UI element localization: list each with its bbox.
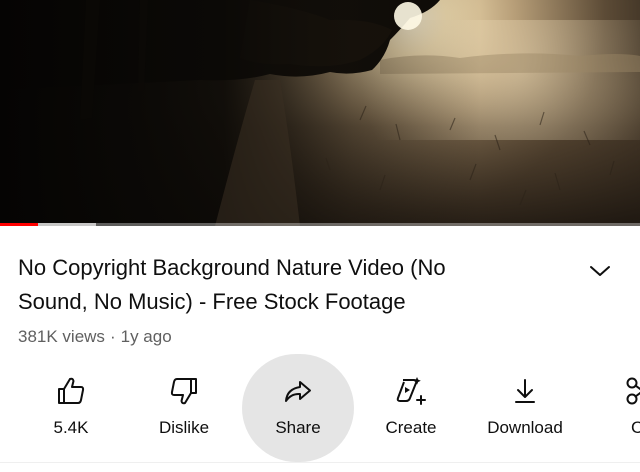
progress-bar[interactable]	[0, 223, 640, 226]
video-watch-page: No Copyright Background Nature Video (No…	[0, 0, 640, 472]
create-label: Create	[385, 418, 437, 437]
video-title[interactable]: No Copyright Background Nature Video (No…	[18, 251, 558, 319]
like-count: 5.4K	[53, 418, 89, 437]
download-label: Download	[487, 418, 563, 437]
dislike-button[interactable]: Dislike	[124, 352, 244, 464]
clip-button[interactable]: Cl	[579, 352, 640, 464]
share-button[interactable]: Share	[238, 352, 358, 464]
share-label: Share	[275, 418, 321, 437]
upload-age: 1y ago	[120, 327, 172, 346]
share-arrow-icon	[281, 374, 315, 408]
view-count: 381K views	[18, 327, 105, 346]
video-metadata[interactable]: 381K views · 1y ago	[18, 327, 172, 347]
meta-separator: ·	[109, 327, 116, 346]
create-button[interactable]: Create	[351, 352, 471, 464]
chevron-down-icon	[590, 266, 610, 276]
clip-label: Cl	[630, 418, 640, 437]
divider	[0, 462, 640, 463]
dislike-label: Dislike	[158, 418, 210, 437]
video-player[interactable]	[0, 0, 640, 226]
download-button[interactable]: Download	[465, 352, 585, 464]
thumbs-down-icon	[167, 374, 201, 408]
expand-description-button[interactable]	[584, 258, 616, 284]
video-title-line-2: Sound, No Music) - Free Stock Footage	[18, 289, 406, 314]
download-icon	[508, 374, 542, 408]
video-frame	[0, 0, 640, 226]
like-button[interactable]: 5.4K	[11, 352, 131, 464]
scissors-icon	[622, 374, 640, 408]
thumbs-up-icon	[54, 374, 88, 408]
video-title-line-1: No Copyright Background Nature Video (No	[18, 255, 446, 280]
progress-buffered	[38, 223, 96, 226]
action-bar: 5.4K Dislike Share Create Download C	[0, 352, 640, 464]
create-sparkle-icon	[394, 374, 428, 408]
progress-played	[0, 223, 38, 226]
